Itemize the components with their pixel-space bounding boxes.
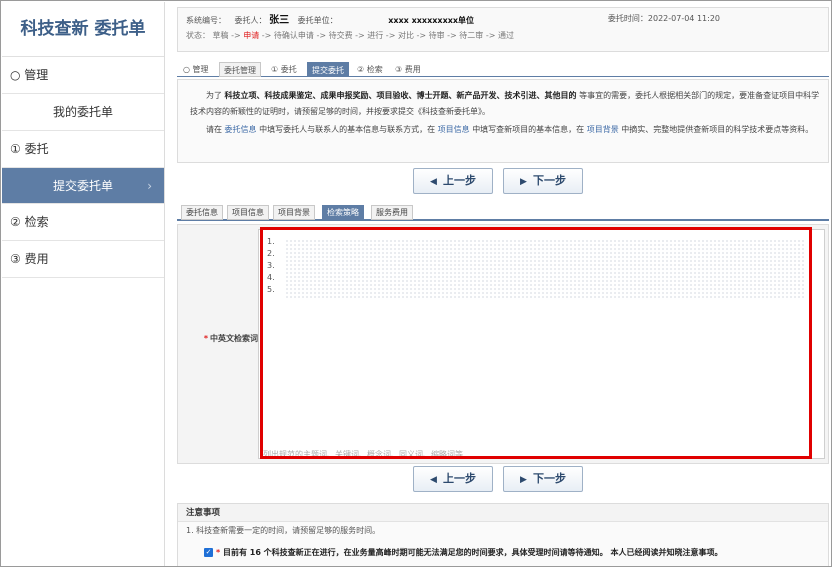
notice-title: 注意事项 — [178, 504, 828, 522]
keywords-label-text: 中英文检索词 — [210, 334, 258, 343]
order-no-label: 系统编号： — [186, 16, 226, 25]
next-step-label: 下一步 — [532, 174, 566, 187]
highlight-box — [260, 227, 812, 459]
step-buttons-top: ◀ 上一步 ▶ 下一步 — [413, 168, 585, 194]
status-flow: 状态： 草稿 -> 申请 -> 待确认申请 -> 待交费 -> 进行 -> 对比… — [186, 28, 820, 43]
desc-text: 中填写查新项目的基本信息，在 — [472, 125, 585, 134]
desc-purposes: 科技立项、科技成果鉴定、成果申报奖励、项目验收、博士开题、新产品开发、技术引进、… — [224, 91, 577, 100]
search-strategy-form: * 中英文检索词 1. 2. 3. 4. 5. 列出规范的主题词、关键词、概念词、… — [177, 224, 829, 464]
tab-order-manage[interactable]: 委托管理 — [219, 62, 261, 77]
sidebar-item-manage[interactable]: ○ 管理 — [2, 57, 164, 94]
tab-fees[interactable]: ③ 费用 — [395, 62, 421, 77]
client-name: 张三 — [269, 15, 290, 26]
link-project-info[interactable]: 项目信息 — [438, 125, 470, 134]
main-content: 系统编号： 委托人： 张三 委托单位： xxxx xxxxxxxxx单位 委托时… — [177, 7, 829, 566]
order-info-row: 系统编号： 委托人： 张三 委托单位： xxxx xxxxxxxxx单位 — [186, 13, 820, 28]
tab-search-strategy[interactable]: 检索策略 — [322, 205, 364, 220]
time-label: 委托时间： — [607, 14, 648, 23]
notice-panel: 注意事项 1. 科技查新需要一定的时间，请预留足够的服务时间。 ✓ * 目前有 1… — [177, 503, 829, 566]
app-title: 科技查新 委托单 — [2, 2, 164, 57]
arrow-left-icon: ◀ — [430, 177, 437, 187]
instructions: 为了 科技立项、科技成果鉴定、成果申报奖励、项目验收、博士开题、新产品开发、技术… — [177, 79, 829, 163]
top-tabs: ○ 管理 委托管理 ① 委托 提交委托 ② 检索 ③ 费用 — [177, 59, 829, 77]
instructions-paragraph-2: 请在 委托信息 中填写委托人与联系人的基本信息与联系方式，在 项目信息 中填写查… — [190, 122, 822, 138]
tab-project-info[interactable]: 项目信息 — [227, 205, 269, 220]
link-client-info[interactable]: 委托信息 — [225, 125, 257, 134]
sidebar-item-my-orders[interactable]: 我的委托单 — [2, 94, 164, 131]
chevron-right-icon: › — [147, 179, 152, 193]
arrow-right-icon: ▶ — [520, 475, 527, 485]
status-current: 申请 — [243, 31, 260, 40]
tab-submit-entrust[interactable]: 提交委托 — [307, 62, 349, 77]
status-before: 草稿 -> — [212, 31, 241, 40]
step-buttons-bottom: ◀ 上一步 ▶ 下一步 — [413, 466, 585, 492]
order-time: 委托时间：2022-07-04 11:20 — [608, 13, 720, 24]
sidebar-empty — [2, 278, 164, 566]
status-label: 状态： — [186, 31, 210, 40]
prev-step-label: 上一步 — [442, 472, 476, 485]
required-mark: * — [203, 334, 208, 343]
window: 科技查新 委托单 ○ 管理 我的委托单 ① 委托 提交委托单 › ② 检索 ③ … — [0, 0, 832, 567]
next-step-button[interactable]: ▶ 下一步 — [503, 168, 583, 194]
sidebar-item-fees[interactable]: ③ 费用 — [2, 241, 164, 278]
prev-step-button[interactable]: ◀ 上一步 — [413, 168, 493, 194]
desc-text: 中填写委托人与联系人的基本信息与联系方式，在 — [259, 125, 436, 134]
sidebar-item-entrust[interactable]: ① 委托 — [2, 131, 164, 168]
unit-label: 委托单位： — [297, 16, 338, 25]
next-step-label: 下一步 — [532, 472, 566, 485]
instructions-paragraph-1: 为了 科技立项、科技成果鉴定、成果申报奖励、项目验收、博士开题、新产品开发、技术… — [190, 88, 822, 120]
tab-project-background[interactable]: 项目背景 — [273, 205, 315, 220]
required-mark: * — [216, 548, 221, 557]
tab-client-info[interactable]: 委托信息 — [181, 205, 223, 220]
arrow-left-icon: ◀ — [430, 475, 437, 485]
tab-entrust[interactable]: ① 委托 — [271, 62, 297, 77]
sidebar-item-search[interactable]: ② 检索 — [2, 204, 164, 241]
sidebar-item-label: 提交委托单 — [52, 179, 113, 193]
acknowledge-text: 目前有 16 个科技查新正在进行，在业务量高峰时期可能无法满足您的时间要求，具体… — [222, 548, 723, 557]
unit-name: xxxx xxxxxxxxx单位 — [388, 16, 475, 25]
acknowledge-checkbox[interactable]: ✓ — [204, 548, 213, 557]
acknowledge-row: ✓ * 目前有 16 个科技查新正在进行，在业务量高峰时期可能无法满足您的时间要求… — [204, 546, 722, 560]
status-after: -> 待确认申请 -> 待交费 -> 进行 -> 对比 -> 待审 -> 待二审… — [261, 31, 514, 40]
time-value: 2022-07-04 11:20 — [647, 14, 720, 23]
notice-item: 1. 科技查新需要一定的时间，请预留足够的服务时间。 — [186, 526, 381, 535]
tab-service-fees[interactable]: 服务费用 — [371, 205, 413, 220]
desc-text: 为了 — [206, 91, 222, 100]
desc-text: 请在 — [206, 125, 222, 134]
client-label: 委托人： — [234, 16, 267, 25]
keywords-label: * 中英文检索词 — [178, 333, 258, 344]
tab-search[interactable]: ② 检索 — [357, 62, 383, 77]
arrow-right-icon: ▶ — [520, 177, 527, 187]
prev-step-label: 上一步 — [442, 174, 476, 187]
prev-step-button[interactable]: ◀ 上一步 — [413, 466, 493, 492]
next-step-button[interactable]: ▶ 下一步 — [503, 466, 583, 492]
sidebar-item-submit-order[interactable]: 提交委托单 › — [2, 168, 164, 204]
order-info: 系统编号： 委托人： 张三 委托单位： xxxx xxxxxxxxx单位 委托时… — [177, 7, 829, 52]
form-tabs: 委托信息 项目信息 项目背景 检索策略 服务费用 — [177, 205, 829, 221]
tab-manage[interactable]: ○ 管理 — [183, 62, 209, 77]
sidebar: 科技查新 委托单 ○ 管理 我的委托单 ① 委托 提交委托单 › ② 检索 ③ … — [2, 2, 165, 566]
link-project-background[interactable]: 项目背景 — [587, 125, 619, 134]
desc-text: 中摘实、完整地提供查新项目的科学技术要点等资料。 — [621, 125, 814, 134]
